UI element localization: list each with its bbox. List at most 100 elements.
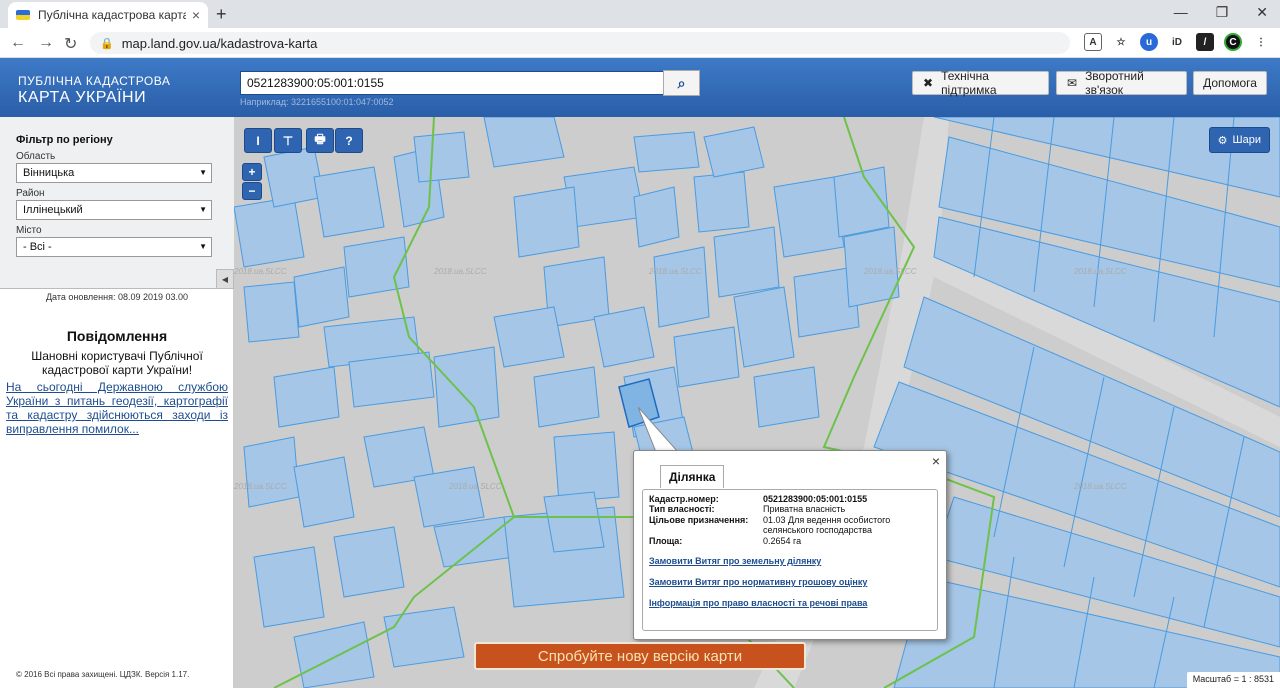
watermark: 2018.ua.SLCC (234, 482, 287, 491)
profile-avatar[interactable]: C (1224, 33, 1242, 51)
info-row: Площа: 0.2654 га (649, 536, 801, 546)
extensions-bar: A ☆ u iD / C ⋮ (1084, 33, 1270, 51)
misto-select[interactable]: - Всі - ▼ (16, 237, 212, 257)
tab-close-icon[interactable]: × (192, 7, 200, 23)
misto-value: - Всі - (23, 241, 52, 253)
measure-area-tool[interactable]: ⊤ (274, 128, 302, 153)
browser-tab[interactable]: Публічна кадастрова карта Укр × (8, 2, 208, 28)
collapse-sidebar-button[interactable]: ◀ (216, 269, 234, 289)
extension-slash-icon[interactable]: / (1196, 33, 1214, 51)
row-label: Кадастр.номер: (649, 494, 719, 504)
oblast-select[interactable]: Вінницька ▼ (16, 163, 212, 183)
envelope-icon: ✉ (1067, 76, 1078, 90)
layers-label: Шари (1232, 134, 1261, 146)
url-text: map.land.gov.ua/kadastrova-karta (121, 35, 318, 51)
zoom-out-button[interactable]: − (242, 182, 262, 200)
new-tab-button[interactable]: + (216, 4, 227, 25)
order-extract-link[interactable]: Замовити Витяг про земельну ділянку (649, 556, 821, 566)
dropdown-arrow-icon: ▼ (199, 242, 207, 251)
bookmark-star-icon[interactable]: ☆ (1112, 33, 1130, 51)
row-label: Тип власності: (649, 504, 715, 514)
url-field[interactable]: 🔒 map.land.gov.ua/kadastrova-karta (90, 32, 1070, 54)
window-controls: — ❐ ✕ (1174, 4, 1268, 21)
feedback-label: Зворотний зв'язок (1085, 69, 1144, 97)
info-row: Тип власності: Приватна власність (649, 504, 845, 514)
search-button[interactable]: ⌕ (663, 70, 700, 96)
print-icon[interactable]: 🖶 (306, 128, 334, 153)
order-valuation-link[interactable]: Замовити Витяг про нормативну грошову оц… (649, 577, 867, 587)
tools-icon: ✖ (923, 76, 934, 90)
rayon-label: Район (16, 188, 45, 199)
row-value: 0521283900:05:001:0155 (763, 494, 868, 504)
chevron-left-icon: ◀ (221, 274, 229, 284)
rayon-select[interactable]: Іллінецький ▼ (16, 200, 212, 220)
oblast-label: Область (16, 151, 56, 162)
measure-line-tool[interactable]: I (244, 128, 272, 153)
region-filter: Фільтр по регіону Область Вінницька ▼ Ра… (0, 117, 234, 289)
close-icon[interactable]: × (932, 453, 940, 469)
row-value: 01.03 Для ведення особистого селянського… (763, 515, 891, 535)
watermark: 2018.ua.SLCC (1074, 267, 1127, 276)
gear-icon: ⚙ (1217, 134, 1228, 147)
news-link[interactable]: На сьогодні Державною службою України з … (6, 380, 228, 436)
zoom-in-button[interactable]: + (242, 163, 262, 181)
tab-title: Публічна кадастрова карта Укр (38, 8, 186, 22)
map-canvas[interactable]: 2018.ua.SLCC 2018.ua.SLCC 2018.ua.SLCC 2… (234, 117, 1280, 688)
watermark: 2018.ua.SLCC (1074, 482, 1127, 491)
address-bar: ← → ↻ 🔒 map.land.gov.ua/kadastrova-karta… (0, 28, 1280, 58)
row-value: 0.2654 га (763, 536, 802, 546)
app-header: ПУБЛІЧНА КАДАСТРОВА КАРТА УКРАЇНИ 052128… (0, 58, 1280, 117)
search-example: Наприклад: 3221655100:01:047:0052 (240, 97, 394, 107)
scale-indicator: Масштаб = 1 : 8531 (1186, 672, 1280, 688)
row-label: Площа: (649, 536, 683, 546)
layers-button[interactable]: ⚙ Шари (1208, 127, 1270, 153)
news-greeting: Шановні користувачі Публічної кадастрово… (31, 349, 203, 377)
dropdown-arrow-icon: ▼ (199, 168, 207, 177)
rayon-value: Іллінецький (23, 204, 83, 216)
news-title: Повідомлення (66, 328, 168, 344)
watermark: 2018.ua.SLCC (434, 267, 487, 276)
identify-cursor-icon[interactable]: ? (335, 128, 363, 153)
row-label: Цільове призначення: (649, 515, 749, 525)
oblast-value: Вінницька (23, 167, 75, 179)
new-version-button[interactable]: Спробуйте нову версію карти (474, 642, 806, 670)
copyright: © 2016 Всі права захищені. ЦДЗК. Версія … (16, 670, 190, 679)
dropdown-arrow-icon: ▼ (199, 205, 207, 214)
browser-menu-icon[interactable]: ⋮ (1252, 33, 1270, 51)
watermark: 2018.ua.SLCC (649, 267, 702, 276)
ownership-info-link[interactable]: Інформація про право власності та речові… (649, 598, 867, 608)
watermark: 2018.ua.SLCC (234, 267, 287, 276)
row-value: Приватна власність (763, 504, 846, 514)
popup-pointer (638, 407, 678, 452)
logo-line2: КАРТА УКРАЇНИ (18, 89, 147, 106)
maximize-button[interactable]: ❐ (1216, 4, 1229, 21)
info-row: Кадастр.номер: 0521283900:05:001:0155 (649, 494, 867, 504)
help-button[interactable]: Допомога (1193, 71, 1267, 95)
watermark: 2018.ua.SLCC (449, 482, 502, 491)
filter-title: Фільтр по регіону (16, 134, 113, 146)
sidebar: Фільтр по регіону Область Вінницька ▼ Ра… (0, 117, 234, 688)
browser-tab-bar: Публічна кадастрова карта Укр × + — ❐ ✕ (0, 0, 1280, 28)
extension-ub-icon[interactable]: u (1140, 33, 1158, 51)
feedback-button[interactable]: ✉ Зворотний зв'язок (1056, 69, 1187, 97)
translate-icon[interactable]: A (1084, 33, 1102, 51)
close-window-button[interactable]: ✕ (1256, 4, 1268, 21)
cadastral-search-input[interactable]: 0521283900:05:001:0155 (240, 71, 664, 95)
extension-id-icon[interactable]: iD (1168, 33, 1186, 51)
update-date: Дата оновлення: 08.09 2019 03.00 (45, 292, 189, 302)
watermark: 2018.ua.SLCC (864, 267, 917, 276)
parcel-info-popup: × Ділянка Кадастр.номер: 0521283900:05:0… (633, 450, 947, 640)
forward-arrow-icon[interactable]: → (38, 34, 54, 52)
tab-parcel[interactable]: Ділянка (660, 465, 725, 488)
reload-icon[interactable]: ↻ (64, 34, 77, 54)
misto-label: Місто (16, 225, 42, 236)
search-icon: ⌕ (677, 74, 686, 91)
info-row: Цільове призначення: 01.03 Для ведення о… (649, 515, 890, 535)
back-arrow-icon[interactable]: ← (10, 34, 26, 52)
minimize-button[interactable]: — (1174, 4, 1188, 21)
support-button[interactable]: ✖ Технічна підтримка (912, 69, 1049, 97)
lock-icon: 🔒 (100, 37, 114, 50)
logo-line1: ПУБЛІЧНА КАДАСТРОВА (18, 74, 171, 88)
support-label: Технічна підтримка (941, 69, 997, 97)
flag-favicon-icon (16, 10, 30, 20)
